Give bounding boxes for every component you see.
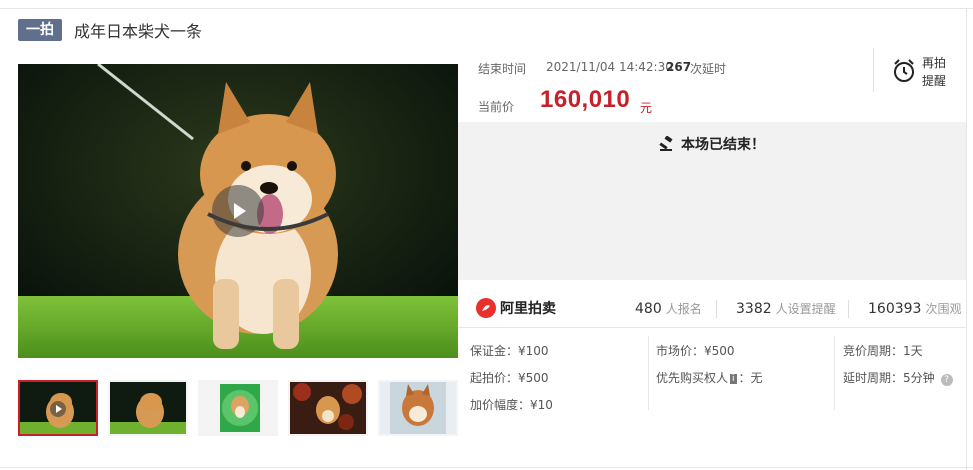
end-time-value: 2021/11/04 14:42:30 xyxy=(546,60,673,74)
remind-button[interactable]: 再拍 提醒 xyxy=(890,52,960,96)
priority-buyer: 优先购买权人 i ：无 xyxy=(656,369,763,386)
play-icon xyxy=(234,203,246,219)
start-price: 起拍价：¥500 xyxy=(470,371,549,385)
thumbnail-4[interactable] xyxy=(288,380,368,436)
auction-info: 结束时间 2021/11/04 14:42:30 267 次延时 当前价 160… xyxy=(458,48,966,122)
stats-row: 阿里拍卖 480 人报名 3382 人设置提醒 160393 次围观 xyxy=(458,290,966,328)
page-right-border xyxy=(966,8,967,470)
thumbnail-play-icon xyxy=(50,401,66,417)
watchers-value: 160393 xyxy=(868,301,922,317)
ended-message-text: 本场已结束！ xyxy=(681,137,765,153)
watchers-label: 次围观 xyxy=(925,302,962,316)
title-row: 一拍 成年日本柴犬一条 xyxy=(18,18,202,42)
thumbnail-5[interactable] xyxy=(378,380,458,436)
thumbnail-3-image xyxy=(200,382,276,434)
bid-period: 竞价周期：1天 xyxy=(843,344,923,358)
page-bottom-border xyxy=(0,467,973,468)
page-title: 成年日本柴犬一条 xyxy=(74,22,203,41)
page-top-border xyxy=(0,8,973,9)
thumbnail-1[interactable] xyxy=(18,380,98,436)
details-divider xyxy=(648,336,649,410)
reminders-value: 3382 xyxy=(736,301,772,317)
delay-count: 267 xyxy=(666,60,692,74)
reminders-stat: 3382 人设置提醒 xyxy=(736,300,836,317)
priority-buyer-label: 优先购买权人 xyxy=(656,371,729,385)
platform-name: 阿里拍卖 xyxy=(500,301,556,317)
priority-buyer-value: ：无 xyxy=(738,371,763,385)
auction-ended-message: 本场已结束！ xyxy=(458,134,966,154)
priority-info-badge[interactable]: i xyxy=(730,374,737,384)
thumbnail-4-image xyxy=(290,382,366,434)
current-price-label: 当前价 xyxy=(478,100,515,114)
stat-divider xyxy=(848,300,849,318)
ali-auction-logo: 阿里拍卖 xyxy=(476,298,556,318)
help-icon[interactable]: ? xyxy=(940,374,953,386)
delay-period: 延时周期：5分钟? xyxy=(843,369,953,386)
ali-auction-logo-icon xyxy=(476,298,496,318)
end-time-label: 结束时间 xyxy=(478,62,527,76)
market-price: 市场价：¥500 xyxy=(656,344,735,358)
gavel-icon xyxy=(659,136,673,151)
signups-value: 480 xyxy=(635,301,662,317)
thumbnail-3[interactable] xyxy=(198,380,278,436)
auction-details: 保证金：¥100 起拍价：¥500 加价幅度：¥10 市场价：¥500 优先购买… xyxy=(458,334,966,414)
details-divider xyxy=(834,336,835,410)
auction-ended-panel: 本场已结束！ xyxy=(458,122,966,280)
remind-label: 再拍 提醒 xyxy=(922,56,947,88)
bid-increment: 加价幅度：¥10 xyxy=(470,398,553,412)
ali-logo-mark xyxy=(482,305,490,311)
stat-divider xyxy=(716,300,717,318)
deposit: 保证金：¥100 xyxy=(470,344,549,358)
delay-count-label: 次延时 xyxy=(690,62,727,76)
currency-unit: 元 xyxy=(640,101,653,115)
reminders-label: 人设置提醒 xyxy=(775,302,836,316)
remind-divider xyxy=(873,48,874,92)
current-price: 160,010 xyxy=(540,86,631,113)
thumbnail-5-image xyxy=(380,382,456,434)
signups-label: 人报名 xyxy=(665,302,702,316)
auction-type-tag: 一拍 xyxy=(18,19,62,41)
thumbnail-2-image xyxy=(110,382,186,434)
signups-stat: 480 人报名 xyxy=(635,300,702,317)
main-product-video[interactable] xyxy=(18,64,458,358)
watchers-stat: 160393 次围观 xyxy=(868,300,961,317)
thumbnail-2[interactable] xyxy=(108,380,188,436)
alarm-clock-icon xyxy=(894,59,914,82)
play-video-button[interactable] xyxy=(212,185,264,237)
delay-period-text: 延时周期：5分钟 xyxy=(843,371,935,385)
